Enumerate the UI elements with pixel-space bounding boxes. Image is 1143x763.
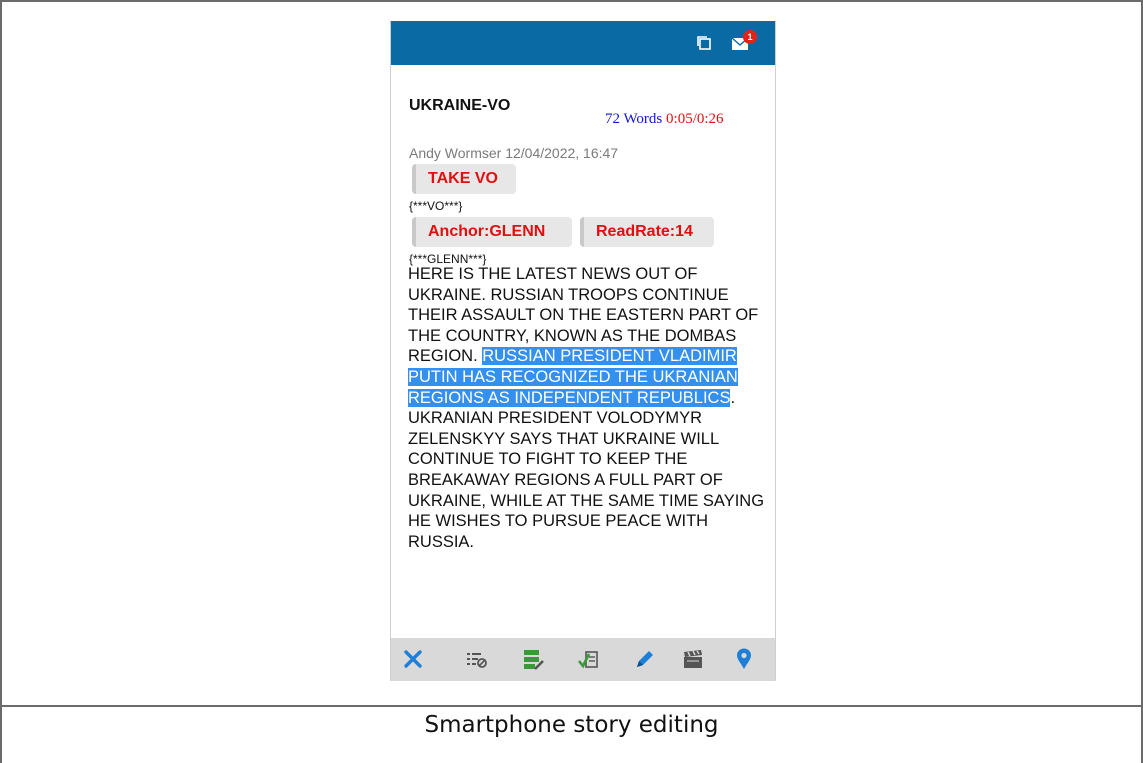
body-text-after: . UKRANIAN PRESIDENT VOLODYMYR ZELENSKYY… [408,388,765,551]
close-icon[interactable] [401,647,425,671]
app-header: 1 [391,21,775,65]
location-pin-icon[interactable] [732,647,756,671]
bottom-toolbar [391,638,775,681]
word-count: 72 Words [605,111,663,127]
anchor-chip[interactable]: Anchor:GLENN [412,217,572,247]
clapperboard-icon[interactable] [681,647,705,671]
read-time: 0:05/0:26 [666,111,724,127]
notification-badge: 1 [743,30,757,44]
frame-divider [0,705,1143,707]
take-vo-chip[interactable]: TAKE VO [412,164,516,194]
story-byline: Andy Wormser 12/04/2022, 16:47 [409,145,619,161]
readrate-chip[interactable]: ReadRate:14 [580,217,714,247]
list-settings-icon[interactable] [464,647,488,671]
story-body-text[interactable]: HERE IS THE LATEST NEWS OUT OF UKRAINE. … [408,264,768,552]
pencil-icon[interactable] [632,647,656,671]
script-check-icon[interactable] [577,647,601,671]
figure-caption: Smartphone story editing [424,712,719,738]
story-title: UKRAINE-VO [409,97,511,114]
copy-icon[interactable] [697,36,711,50]
vo-tag: {***VO***} [409,199,463,213]
server-edit-icon[interactable] [521,647,545,671]
story-stats: 72 Words 0:05/0:26 [605,111,724,128]
phone-screen: 1 UKRAINE-VO 72 Words 0:05/0:26 Andy Wor… [390,21,776,681]
